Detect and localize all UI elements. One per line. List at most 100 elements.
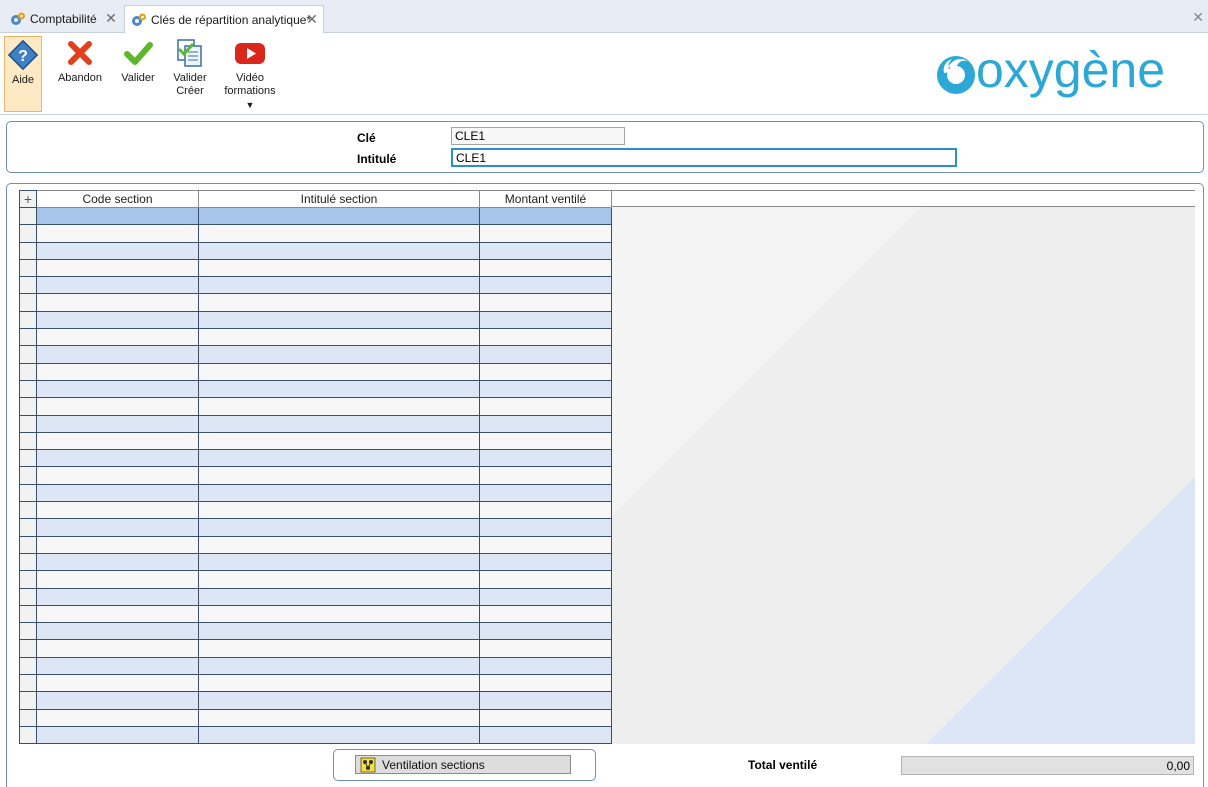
table-row[interactable] — [19, 276, 612, 295]
code-section-cell[interactable] — [36, 725, 199, 744]
table-row[interactable] — [19, 379, 612, 399]
row-header-cell[interactable] — [19, 656, 37, 676]
intitule-section-cell[interactable] — [198, 431, 480, 451]
montant-ventile-cell[interactable] — [479, 258, 612, 278]
code-section-cell[interactable] — [36, 535, 199, 554]
code-section-cell[interactable] — [36, 604, 199, 624]
intitule-field[interactable]: CLE1 — [451, 148, 957, 167]
row-header-cell[interactable] — [19, 414, 37, 433]
row-header-cell[interactable] — [19, 518, 37, 537]
row-header-cell[interactable] — [19, 501, 37, 520]
montant-ventile-cell[interactable] — [479, 639, 612, 658]
row-header-cell[interactable] — [19, 206, 37, 226]
row-header-cell[interactable] — [19, 604, 37, 624]
intitule-section-cell[interactable] — [198, 639, 480, 658]
code-section-cell[interactable] — [36, 224, 199, 243]
code-section-cell[interactable] — [36, 570, 199, 589]
montant-ventile-cell[interactable] — [479, 241, 612, 260]
montant-ventile-cell[interactable] — [479, 501, 612, 520]
montant-ventile-cell[interactable] — [479, 224, 612, 243]
row-header-cell[interactable] — [19, 431, 37, 451]
table-row[interactable] — [19, 449, 612, 468]
montant-ventile-cell[interactable] — [479, 518, 612, 537]
code-section-cell[interactable] — [36, 501, 199, 520]
cle-field[interactable]: CLE1 — [451, 127, 625, 145]
row-header-cell[interactable] — [19, 691, 37, 710]
code-section-cell[interactable] — [36, 345, 199, 364]
intitule-section-cell[interactable] — [198, 310, 480, 330]
row-header-cell[interactable] — [19, 224, 37, 243]
row-header-cell[interactable] — [19, 552, 37, 572]
dropdown-arrow-icon[interactable]: ▼ — [246, 99, 255, 112]
column-header-code-section[interactable]: Code section — [36, 190, 199, 208]
table-row[interactable] — [19, 483, 612, 503]
code-section-cell[interactable] — [36, 691, 199, 710]
intitule-section-cell[interactable] — [198, 224, 480, 243]
table-row[interactable] — [19, 518, 612, 537]
row-header-cell[interactable] — [19, 258, 37, 278]
table-row[interactable] — [19, 639, 612, 658]
montant-ventile-cell[interactable] — [479, 379, 612, 399]
ventilation-sections-button[interactable]: Ventilation sections — [355, 755, 571, 774]
code-section-cell[interactable] — [36, 518, 199, 537]
intitule-section-cell[interactable] — [198, 552, 480, 572]
intitule-section-cell[interactable] — [198, 379, 480, 399]
row-header-cell[interactable] — [19, 449, 37, 468]
code-section-cell[interactable] — [36, 622, 199, 641]
row-header-cell[interactable] — [19, 466, 37, 485]
intitule-section-cell[interactable] — [198, 362, 480, 381]
table-row[interactable] — [19, 362, 612, 381]
code-section-cell[interactable] — [36, 379, 199, 399]
row-header-cell[interactable] — [19, 276, 37, 295]
table-row[interactable] — [19, 345, 612, 364]
code-section-cell[interactable] — [36, 552, 199, 572]
table-row[interactable] — [19, 293, 612, 312]
intitule-section-cell[interactable] — [198, 604, 480, 624]
intitule-section-cell[interactable] — [198, 397, 480, 416]
intitule-section-cell[interactable] — [198, 414, 480, 433]
row-header-cell[interactable] — [19, 535, 37, 554]
code-section-cell[interactable] — [36, 639, 199, 658]
montant-ventile-cell[interactable] — [479, 622, 612, 641]
close-icon[interactable]: ✕ — [305, 12, 319, 26]
code-section-cell[interactable] — [36, 483, 199, 503]
add-row-button[interactable]: + — [19, 190, 37, 208]
montant-ventile-cell[interactable] — [479, 535, 612, 554]
code-section-cell[interactable] — [36, 310, 199, 330]
code-section-cell[interactable] — [36, 431, 199, 451]
table-row[interactable] — [19, 258, 612, 278]
intitule-section-cell[interactable] — [198, 501, 480, 520]
montant-ventile-cell[interactable] — [479, 293, 612, 312]
intitule-section-cell[interactable] — [198, 345, 480, 364]
intitule-section-cell[interactable] — [198, 483, 480, 503]
sections-grid[interactable]: + Code section Intitulé section Montant … — [19, 190, 1195, 744]
intitule-section-cell[interactable] — [198, 276, 480, 295]
intitule-section-cell[interactable] — [198, 328, 480, 347]
table-row[interactable] — [19, 570, 612, 589]
intitule-section-cell[interactable] — [198, 674, 480, 693]
table-row[interactable] — [19, 431, 612, 451]
row-header-cell[interactable] — [19, 345, 37, 364]
montant-ventile-cell[interactable] — [479, 483, 612, 503]
table-row[interactable] — [19, 622, 612, 641]
code-section-cell[interactable] — [36, 587, 199, 606]
code-section-cell[interactable] — [36, 206, 199, 226]
table-row[interactable] — [19, 674, 612, 693]
abandon-button[interactable]: Abandon — [56, 37, 104, 85]
montant-ventile-cell[interactable] — [479, 362, 612, 381]
row-header-cell[interactable] — [19, 639, 37, 658]
table-row[interactable] — [19, 587, 612, 606]
table-row[interactable] — [19, 328, 612, 347]
montant-ventile-cell[interactable] — [479, 691, 612, 710]
close-all-tabs-icon[interactable]: ✕ — [1192, 9, 1204, 26]
table-row[interactable] — [19, 535, 612, 554]
montant-ventile-cell[interactable] — [479, 397, 612, 416]
montant-ventile-cell[interactable] — [479, 276, 612, 295]
intitule-section-cell[interactable] — [198, 258, 480, 278]
aide-button[interactable]: ? Aide — [4, 36, 42, 112]
row-header-cell[interactable] — [19, 310, 37, 330]
row-header-cell[interactable] — [19, 587, 37, 606]
montant-ventile-cell[interactable] — [479, 431, 612, 451]
montant-ventile-cell[interactable] — [479, 674, 612, 693]
intitule-section-cell[interactable] — [198, 570, 480, 589]
